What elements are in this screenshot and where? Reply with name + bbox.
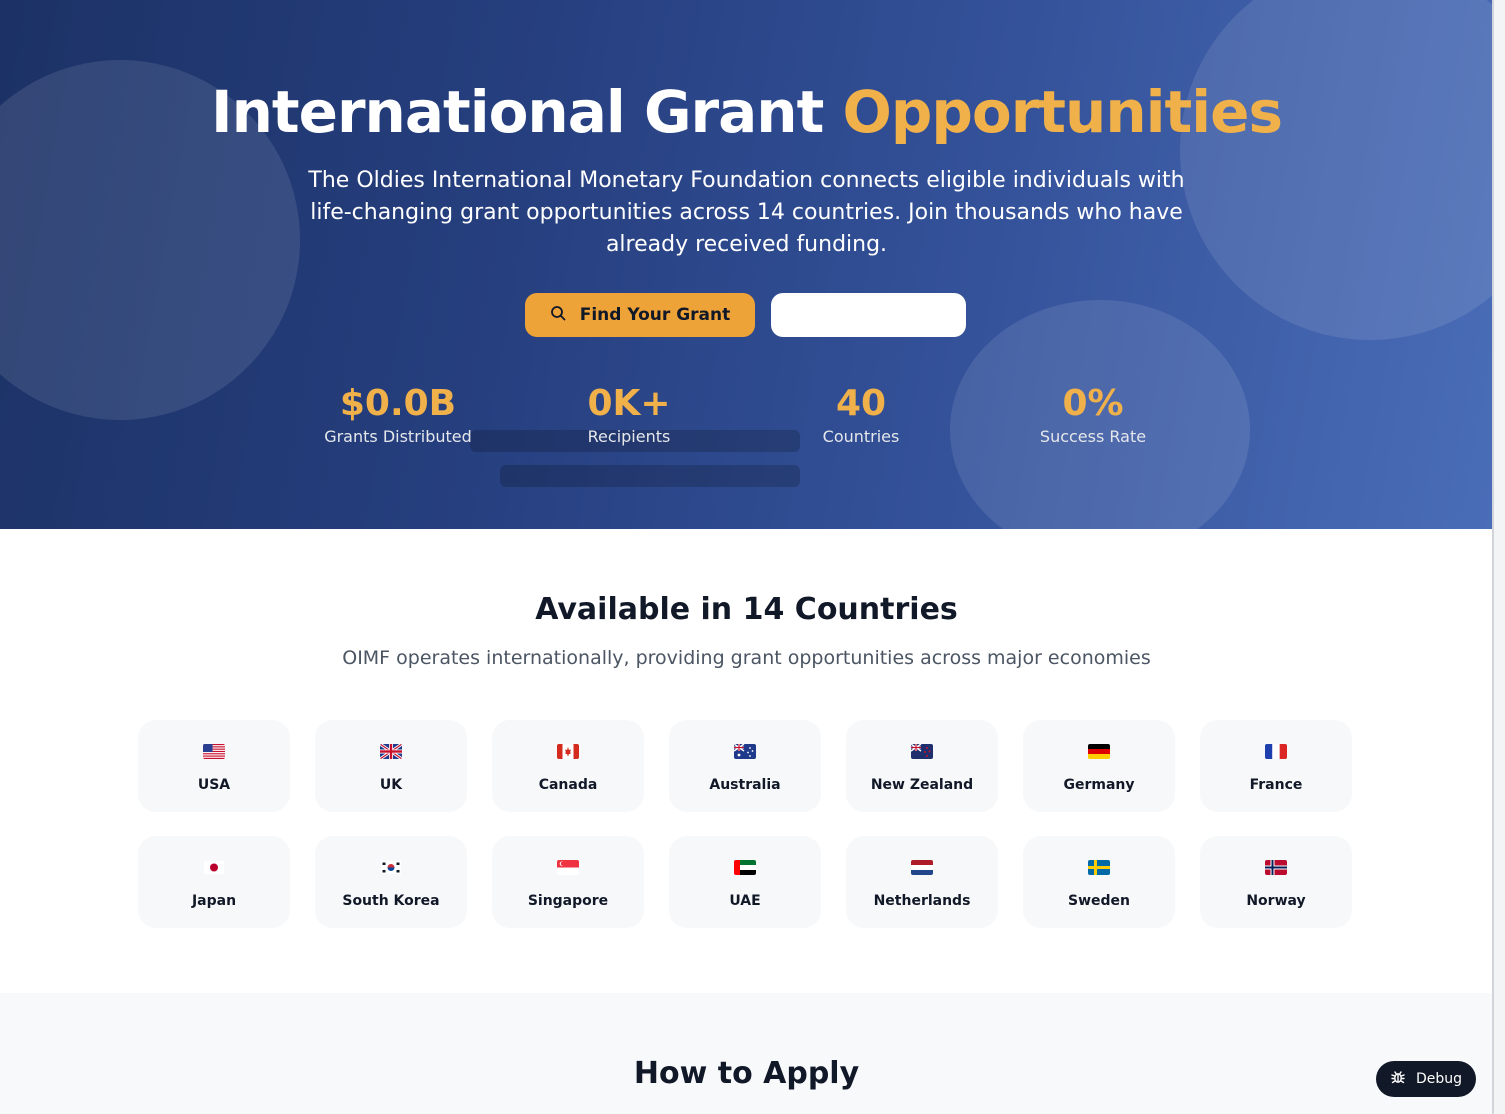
country-card-japan[interactable]: Japan [138,836,290,928]
debug-label: Debug [1415,1071,1463,1087]
page-scrollbar[interactable] [1493,0,1505,1114]
flag-new-zealand-icon [911,744,933,759]
stat-label: Success Rate [1039,427,1147,446]
country-name: Canada [538,777,598,793]
country-name: Singapore [527,893,609,909]
country-card-france[interactable]: France [1200,720,1352,812]
country-name: USA [197,777,231,793]
countries-section-subtitle: OIMF operates internationally, providing… [342,647,1151,669]
flag-sweden-icon [1088,860,1110,875]
country-name: Australia [709,777,781,793]
stat-value: $0.0B [339,383,457,424]
how-to-apply-title: How to Apply [633,1056,860,1091]
bug-icon [1390,1069,1406,1089]
country-name: Germany [1063,777,1135,793]
hero-title-accent: Opportunities [842,78,1283,146]
flag-australia-icon [734,744,756,759]
stat-countries: 40 Countries [751,382,971,448]
country-card-norway[interactable]: Norway [1200,836,1352,928]
flag-uk-icon [380,744,402,759]
flag-germany-icon [1088,744,1110,759]
stat-label: Grants Distributed [324,427,472,446]
hero-subtitle: The Oldies International Monetary Founda… [308,168,1185,257]
flag-japan-icon [203,860,225,875]
hero-section: International Grant Opportunities The Ol… [0,0,1492,529]
hero-title: International Grant Opportunities [0,78,1492,146]
stat-label: Countries [822,427,900,446]
stat-recipients: 0K+ Recipients [519,382,739,448]
hero-title-main: International Grant [211,78,824,146]
find-your-grant-label: Find Your Grant [579,305,731,325]
find-your-grant-button[interactable]: Find Your Grant [525,293,755,337]
flag-south-korea-icon [380,860,402,875]
country-card-canada[interactable]: Canada [492,720,644,812]
flag-uae-icon [734,860,756,875]
country-card-usa[interactable]: USA [138,720,290,812]
country-card-germany[interactable]: Germany [1023,720,1175,812]
stat-value: 40 [835,383,887,424]
country-card-new-zealand[interactable]: New Zealand [846,720,998,812]
stat-grants-distributed: $0.0B Grants Distributed [288,382,508,448]
country-name: South Korea [342,893,440,909]
search-icon [550,305,566,326]
country-name: Japan [191,893,237,909]
secondary-hero-button[interactable] [771,293,966,337]
stat-value: 0% [1062,383,1124,424]
flag-singapore-icon [557,860,579,875]
country-name: UAE [729,893,761,909]
country-name: UK [379,777,403,793]
country-name: Netherlands [873,893,971,909]
debug-button[interactable]: Debug [1376,1061,1476,1097]
stat-label: Recipients [587,427,671,446]
country-name: Norway [1246,893,1306,909]
flag-canada-icon [557,744,579,759]
flag-netherlands-icon [911,860,933,875]
flag-norway-icon [1265,860,1287,875]
page: International Grant Opportunities The Ol… [0,0,1493,1114]
country-name: New Zealand [870,777,974,793]
stat-value: 0K+ [587,383,671,424]
country-card-uk[interactable]: UK [315,720,467,812]
stat-success-rate: 0% Success Rate [983,382,1203,448]
country-card-singapore[interactable]: Singapore [492,836,644,928]
country-name: Sweden [1068,893,1130,909]
country-card-australia[interactable]: Australia [669,720,821,812]
country-card-sweden[interactable]: Sweden [1023,836,1175,928]
country-name: France [1249,777,1303,793]
flag-usa-icon [203,744,225,759]
countries-section-title: Available in 14 Countries [535,592,958,627]
flag-france-icon [1265,744,1287,759]
country-card-uae[interactable]: UAE [669,836,821,928]
country-card-netherlands[interactable]: Netherlands [846,836,998,928]
how-to-apply-section [0,993,1492,1114]
country-card-south-korea[interactable]: South Korea [315,836,467,928]
